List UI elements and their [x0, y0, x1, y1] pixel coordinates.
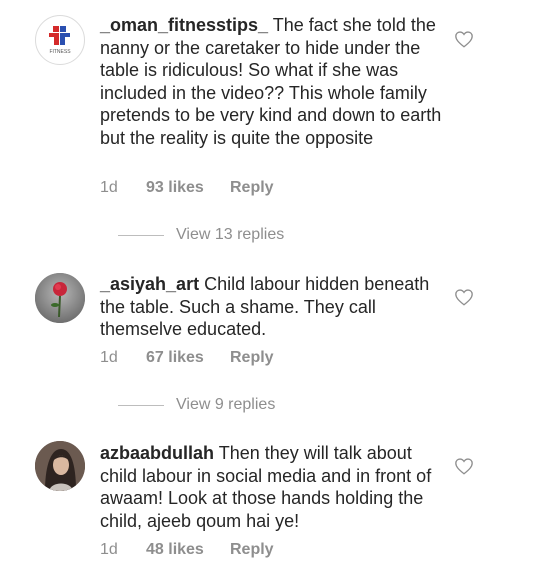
rose-avatar-icon	[35, 273, 85, 323]
reply-button[interactable]: Reply	[230, 349, 274, 367]
comment-likes[interactable]: 48 likes	[146, 541, 230, 559]
comment-meta: 1d 67 likes Reply	[100, 349, 274, 367]
avatar-logo-text: FITNESS	[49, 49, 71, 55]
reply-button[interactable]: Reply	[230, 179, 274, 197]
divider-line	[118, 404, 164, 406]
comment-body: _asiyah_art Child labour hidden beneath …	[100, 273, 445, 341]
comment-meta: 1d 93 likes Reply	[100, 179, 274, 197]
comment-username[interactable]: azbaabdullah	[100, 443, 214, 463]
view-replies-button[interactable]: View 9 replies	[100, 396, 275, 414]
view-replies-button[interactable]: View 13 replies	[100, 226, 284, 244]
comment-time: 1d	[100, 541, 118, 558]
avatar[interactable]: FITNESS	[35, 15, 85, 65]
comment-username[interactable]: _oman_fitnesstips_	[100, 15, 268, 35]
comment-time: 1d	[100, 349, 118, 366]
comment-body: azbaabdullah Then they will talk about c…	[100, 442, 445, 532]
view-replies-label: View 9 replies	[176, 396, 276, 413]
fitness-logo-icon: FITNESS	[49, 26, 71, 55]
divider-line	[118, 234, 164, 236]
like-heart-icon[interactable]	[454, 30, 474, 48]
avatar[interactable]	[35, 441, 85, 491]
comment-likes[interactable]: 93 likes	[146, 179, 230, 197]
view-replies-label: View 13 replies	[176, 226, 285, 243]
comment-likes[interactable]: 67 likes	[146, 349, 230, 367]
comment-username[interactable]: _asiyah_art	[100, 274, 199, 294]
like-heart-icon[interactable]	[454, 288, 474, 306]
avatar[interactable]	[35, 273, 85, 323]
comment-meta: 1d 48 likes Reply	[100, 541, 274, 559]
comment-body: _oman_fitnesstips_ The fact she told the…	[100, 14, 445, 150]
reply-button[interactable]: Reply	[230, 541, 274, 559]
person-avatar-icon	[35, 441, 85, 491]
comment-time: 1d	[100, 179, 118, 196]
like-heart-icon[interactable]	[454, 457, 474, 475]
